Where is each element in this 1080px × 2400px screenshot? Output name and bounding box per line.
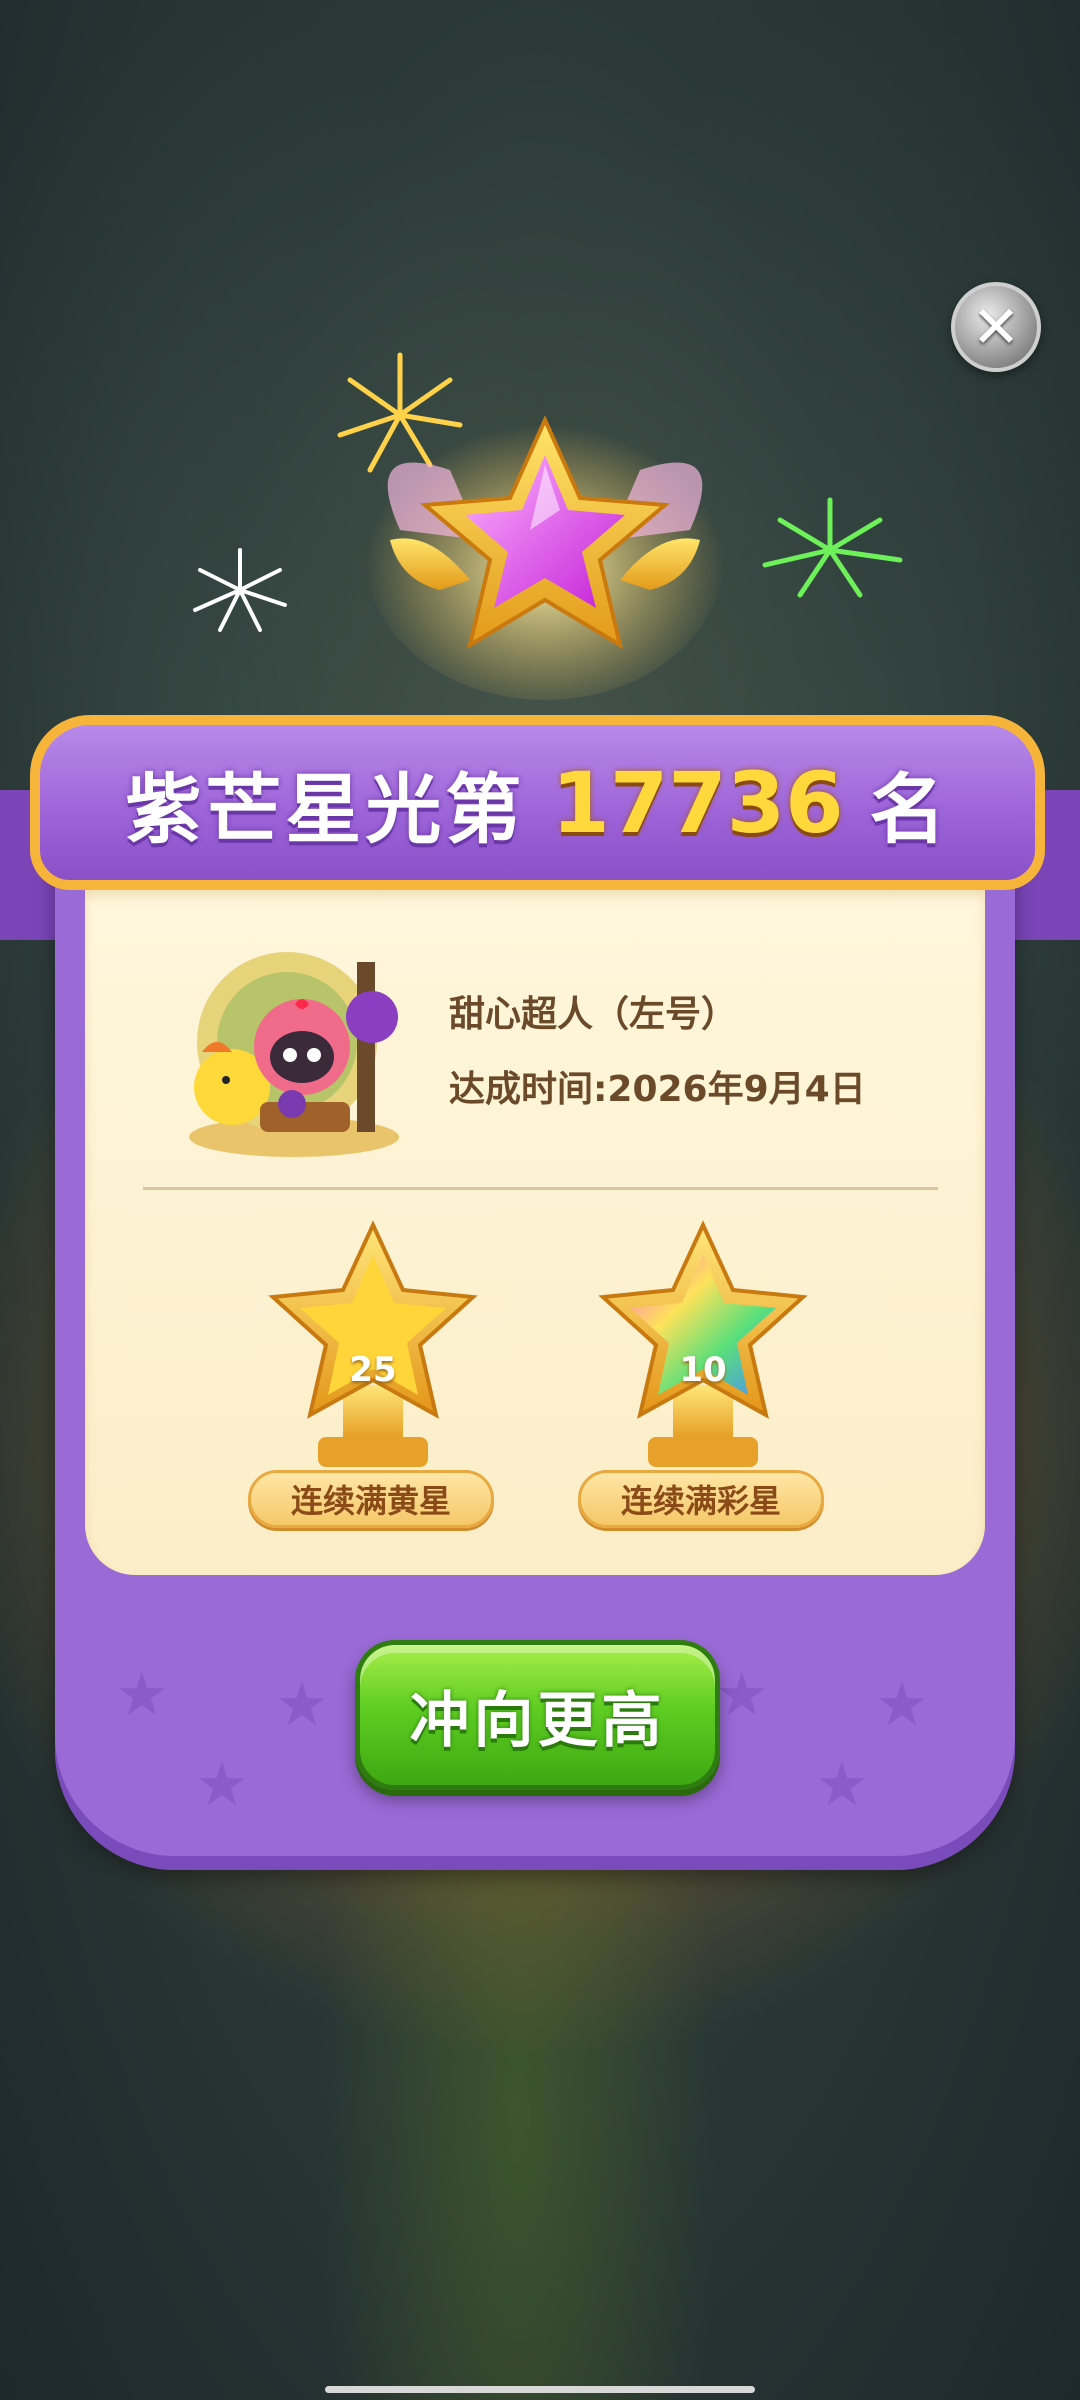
gold-star-trophy-icon [268, 1220, 478, 1467]
trophy-gold: 25 连续满黄星 [243, 1215, 503, 1535]
rainbow-star-trophy-icon [598, 1220, 808, 1467]
purple-star-emblem-icon [365, 410, 725, 700]
close-icon: ✕ [971, 293, 1021, 361]
climb-higher-label: 冲向更高 [409, 1685, 666, 1756]
rank-ribbon: 紫芒星光第 17736 名 [30, 715, 1045, 890]
rank-title-suffix: 名 [869, 764, 950, 854]
player-name: 甜心超人（左号） [449, 994, 738, 1035]
trophy-rainbow: 10 连续满彩星 [573, 1215, 833, 1535]
divider [143, 1187, 938, 1190]
rank-number: 17736 [551, 753, 844, 852]
close-button[interactable]: ✕ [951, 282, 1041, 372]
gold-trophy-label: 连续满黄星 [248, 1470, 494, 1528]
gold-trophy-count: 25 [349, 1350, 397, 1390]
climb-higher-button[interactable]: 冲向更高 [355, 1640, 720, 1790]
achieve-date: 达成时间:2026年9月4日 [449, 1069, 866, 1110]
rainbow-trophy-label: 连续满彩星 [578, 1470, 824, 1528]
player-avatar-icon [189, 952, 399, 1157]
achievement-card: 甜心超人（左号） 达成时间:2026年9月4日 25 连续满黄星 10 连续满彩… [85, 890, 985, 1575]
rainbow-trophy-count: 10 [679, 1350, 727, 1390]
firework-green-icon [762, 497, 903, 598]
rank-title-prefix: 紫芒星光第 [125, 764, 526, 854]
firework-white-icon [193, 548, 287, 632]
home-indicator[interactable] [325, 2386, 755, 2393]
